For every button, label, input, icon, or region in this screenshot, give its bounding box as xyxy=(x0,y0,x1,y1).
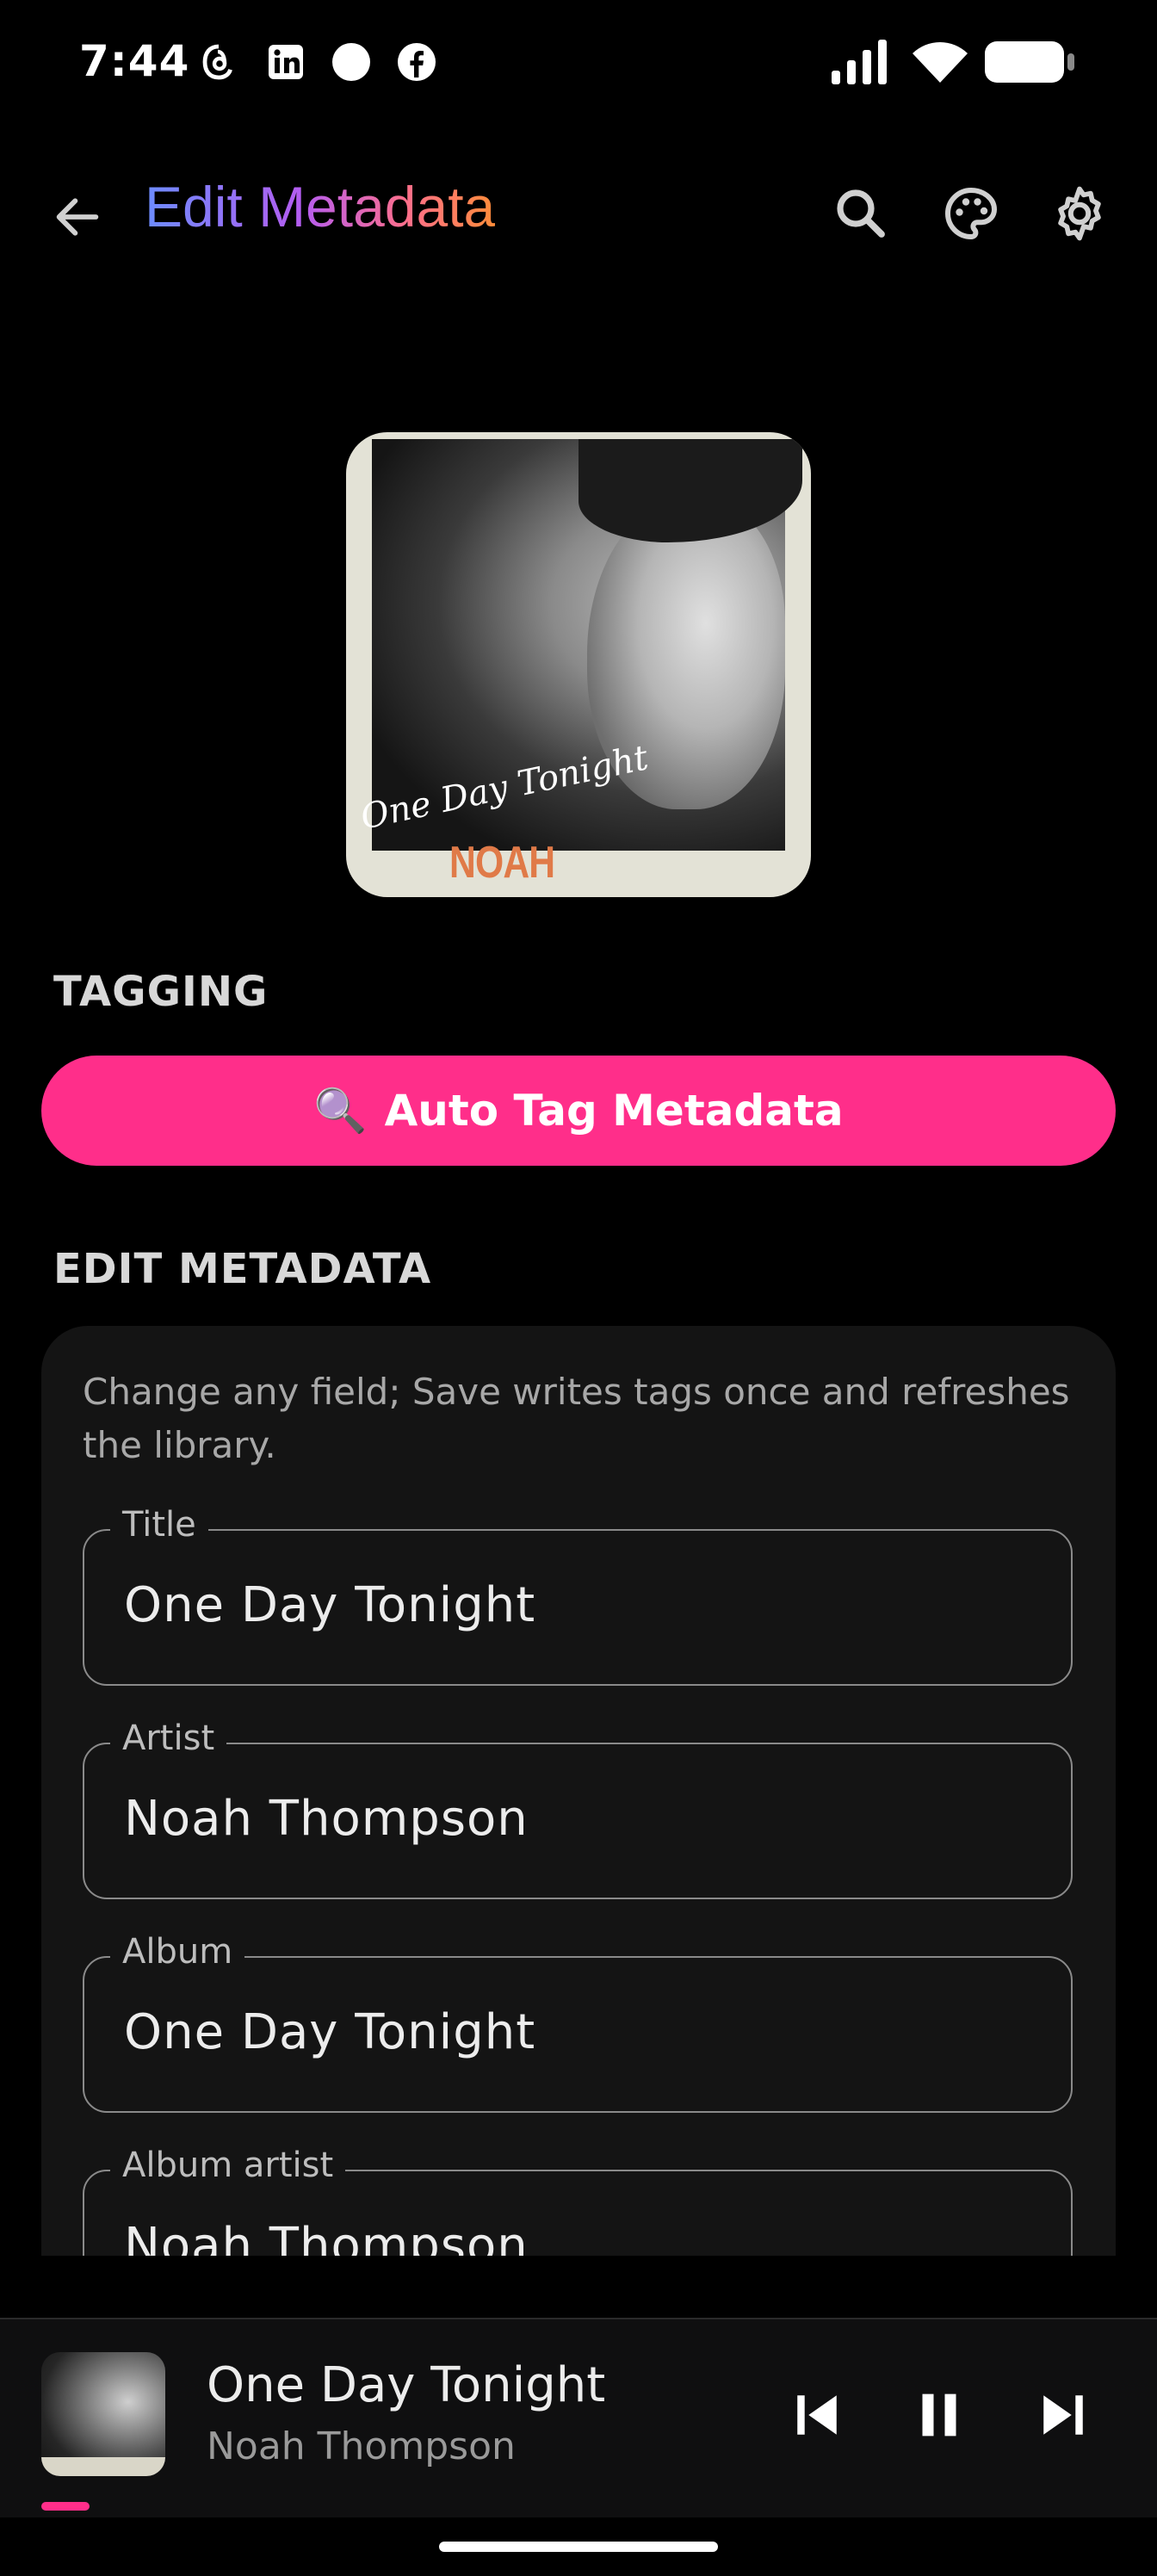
battery-icon xyxy=(985,41,1074,83)
page-title: Edit Metadata xyxy=(145,175,496,238)
album-field-label: Album xyxy=(110,1932,245,1972)
wifi-icon xyxy=(913,42,968,83)
auto-tag-label: Auto Tag Metadata xyxy=(384,1086,844,1136)
tagging-section-label: TAGGING xyxy=(53,968,269,1016)
playback-progress[interactable] xyxy=(41,2502,1116,2511)
skip-next-icon[interactable] xyxy=(1030,2381,1097,2449)
album-field[interactable]: Album One Day Tonight xyxy=(83,1932,1073,2113)
artist-field[interactable]: Artist Noah Thompson xyxy=(83,1718,1073,1899)
album-artist-field-value[interactable]: Noah Thompson xyxy=(124,2218,529,2256)
mini-player-album-art[interactable] xyxy=(41,2352,165,2476)
app-bar: Edit Metadata xyxy=(0,155,1157,267)
album-artist-field-label: Album artist xyxy=(110,2146,346,2185)
signal-icon xyxy=(832,40,887,84)
metadata-hint: Change any field; Save writes tags once … xyxy=(83,1371,1070,1466)
linkedin-icon xyxy=(269,45,303,79)
album-art[interactable]: One Day Tonight NOAH THOMPSON xyxy=(346,432,811,897)
status-bar: 7:44 xyxy=(0,0,1157,129)
magnifier-emoji-icon: 🔍 xyxy=(313,1085,368,1136)
search-icon[interactable] xyxy=(830,183,892,245)
album-artist-field[interactable]: Album artist Noah Thompson xyxy=(83,2146,1073,2256)
palette-icon[interactable] xyxy=(940,183,1002,245)
auto-tag-button[interactable]: 🔍 Auto Tag Metadata xyxy=(41,1056,1116,1166)
album-field-value[interactable]: One Day Tonight xyxy=(124,2004,535,2060)
artist-field-value[interactable]: Noah Thompson xyxy=(124,1791,529,1847)
title-field-value[interactable]: One Day Tonight xyxy=(124,1577,535,1633)
playback-progress-fill xyxy=(41,2502,90,2511)
artist-field-label: Artist xyxy=(110,1718,227,1758)
mini-player[interactable]: One Day Tonight Noah Thompson xyxy=(0,2318,1157,2517)
metadata-card: Change any field; Save writes tags once … xyxy=(41,1326,1116,2256)
facebook-icon xyxy=(398,43,436,81)
dot-icon xyxy=(332,43,370,81)
mini-player-title: One Day Tonight xyxy=(207,2357,606,2413)
home-indicator[interactable] xyxy=(439,2542,718,2552)
title-field[interactable]: Title One Day Tonight xyxy=(83,1505,1073,1686)
album-hair xyxy=(578,439,802,542)
pause-icon[interactable] xyxy=(906,2381,973,2449)
threads-icon xyxy=(202,44,232,80)
album-artist-text: NOAH THOMPSON xyxy=(449,838,657,897)
skip-previous-icon[interactable] xyxy=(783,2381,851,2449)
title-field-label: Title xyxy=(110,1505,208,1545)
back-arrow-icon[interactable] xyxy=(50,189,105,245)
gear-icon[interactable] xyxy=(1049,183,1111,245)
mini-player-artist: Noah Thompson xyxy=(207,2424,516,2468)
status-time: 7:44 xyxy=(79,36,190,86)
edit-metadata-section-label: EDIT METADATA xyxy=(53,1245,432,1293)
